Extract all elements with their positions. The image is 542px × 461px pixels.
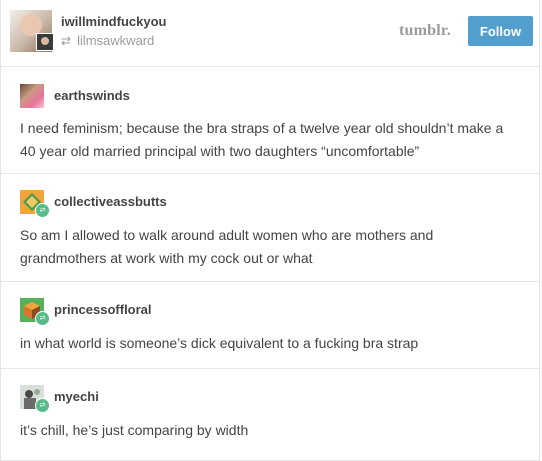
reblog-source-name[interactable]: lilmsawkward [77,33,154,48]
user-avatar[interactable] [20,84,44,108]
reblog-badge-icon: ⇄ [35,203,50,218]
entry-text: it’s chill, he’s just comparing by width [20,422,249,438]
entry-text: So am I allowed to walk around adult wom… [20,227,434,266]
reblog-icon: ⇄ [61,34,72,48]
tumblr-logo[interactable]: tumblr. [399,22,451,40]
entry-text: I need feminism; because the bra straps … [20,120,504,159]
reblog-entry: ⇄ princessoffloral in what world is some… [1,282,541,369]
entry-username[interactable]: earthswinds [54,88,130,103]
entry-username[interactable]: princessoffloral [54,302,152,317]
post-header: iwillmindfuckyou ⇄ lilmsawkward tumblr. F… [1,0,541,67]
reblog-entry: earthswinds I need feminism; because the… [1,66,541,174]
blog-username[interactable]: iwillmindfuckyou [61,14,166,29]
follow-button[interactable]: Follow [468,16,533,46]
reblog-entry: ⇄ collectiveassbutts So am I allowed to … [1,174,541,282]
entry-username[interactable]: myechi [54,389,99,404]
entry-username[interactable]: collectiveassbutts [54,194,167,209]
reblog-source-avatar [36,33,54,51]
reblogged-from[interactable]: ⇄ lilmsawkward [61,33,154,48]
reblog-badge-icon: ⇄ [35,398,50,413]
reblog-badge-icon: ⇄ [35,311,50,326]
reblog-entry: ⇄ myechi it’s chill, he’s just comparing… [1,369,541,457]
blog-avatar[interactable] [10,10,54,52]
entry-text: in what world is someone’s dick equivale… [20,335,419,351]
post-card: iwillmindfuckyou ⇄ lilmsawkward tumblr. F… [0,0,541,461]
